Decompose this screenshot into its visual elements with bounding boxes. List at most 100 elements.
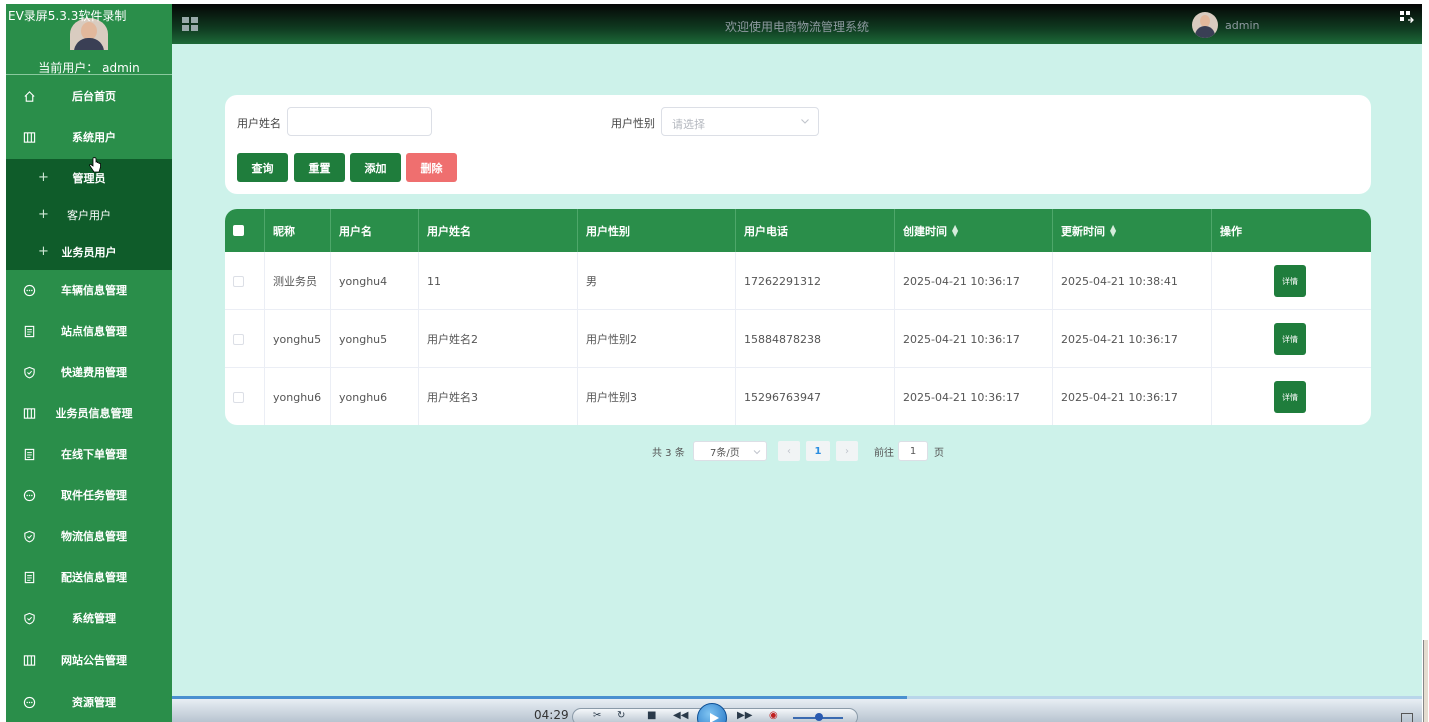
hand-cursor-icon <box>89 157 101 173</box>
loop-icon[interactable]: ↻ <box>617 710 625 721</box>
sort-icon[interactable]: ▲ ▼ <box>1110 223 1117 237</box>
chevron-left-icon: ‹ <box>787 445 791 457</box>
sidebar-item-label: 资源管理 <box>72 696 116 709</box>
cell-created: 2025-04-21 10:36:17 <box>895 310 1053 368</box>
add-button[interactable]: 添加 <box>350 153 401 182</box>
fullscreen-icon[interactable] <box>1400 11 1414 23</box>
column-header-realname: 用户姓名 <box>419 209 578 252</box>
rewind-icon[interactable]: ◀◀ <box>673 710 688 721</box>
top-header: 欢迎使用电商物流管理系统 admin <box>172 4 1422 44</box>
sidebar-item-label: 系统用户 <box>72 131 116 144</box>
sidebar-item-label: 车辆信息管理 <box>61 284 127 297</box>
cell-phone: 15884878238 <box>736 310 895 368</box>
detail-button[interactable]: 详情 <box>1274 323 1306 355</box>
column-header-updated[interactable]: 更新时间 ▲ ▼ <box>1053 209 1212 252</box>
sidebar-item-system-settings[interactable]: 系统管理 <box>6 598 172 638</box>
sidebar-item-salespeople[interactable]: + 业务员用户 <box>6 233 172 270</box>
pagination: 共 3 条 7条/页 ‹ 1 › 前往 1 页 <box>6 441 1422 461</box>
table-header: 昵称 用户名 用户姓名 用户性别 用户电话 创建时间 ▲ ▼ 更新时间 ▲ ▼ 操作 <box>225 209 1371 252</box>
cell-realname: 11 <box>419 252 578 310</box>
sidebar-item-label: 客户用户 <box>67 208 111 222</box>
cell-updated: 2025-04-21 10:36:17 <box>1053 310 1212 368</box>
cell-updated: 2025-04-21 10:36:17 <box>1053 368 1212 425</box>
search-form: 用户姓名 用户性别 请选择 查询 重置 添加 删除 <box>225 95 1371 194</box>
delete-button[interactable]: 删除 <box>406 153 457 182</box>
column-header-username: 用户名 <box>331 209 419 252</box>
sidebar-divider <box>6 74 172 75</box>
row-checkbox[interactable] <box>233 275 244 287</box>
sidebar-item-resources[interactable]: 资源管理 <box>6 682 172 722</box>
cell-gender: 用户性别3 <box>578 368 736 425</box>
detail-button[interactable]: 详情 <box>1274 381 1306 413</box>
cell-realname: 用户姓名3 <box>419 368 578 425</box>
cell-username: yonghu5 <box>331 310 419 368</box>
player-time: 04:29 <box>534 708 569 722</box>
sidebar-item-fees[interactable]: 快递费用管理 <box>6 352 172 392</box>
cell-nickname: 测业务员 <box>265 252 331 310</box>
sidebar-item-system-users[interactable]: 系统用户 <box>6 117 172 157</box>
chevron-down-icon <box>801 119 809 124</box>
table-row: yonghu6 yonghu6 用户姓名3 用户性别3 15296763947 … <box>225 368 1371 425</box>
sidebar-item-label: 网站公告管理 <box>61 654 127 667</box>
cell-nickname: yonghu6 <box>265 368 331 425</box>
sidebar-item-label: 配送信息管理 <box>61 571 127 584</box>
select-all-cell <box>225 209 265 252</box>
column-header-nickname: 昵称 <box>265 209 331 252</box>
expand-icon[interactable] <box>1401 713 1413 722</box>
sidebar-item-vehicles[interactable]: 车辆信息管理 <box>6 270 172 310</box>
chevron-down-icon <box>753 450 761 455</box>
volume-knob[interactable] <box>815 713 823 721</box>
pagination-total: 共 3 条 <box>652 447 685 459</box>
reset-button[interactable]: 重置 <box>294 153 345 182</box>
sidebar-item-customers[interactable]: + 客户用户 <box>6 196 172 233</box>
sidebar-item-announcements[interactable]: 网站公告管理 <box>6 640 172 680</box>
row-checkbox[interactable] <box>233 391 244 403</box>
page-size-select[interactable]: 7条/页 <box>693 441 767 461</box>
table-row: 测业务员 yonghu4 11 男 17262291312 2025-04-21… <box>225 252 1371 310</box>
sidebar-item-stations[interactable]: 站点信息管理 <box>6 311 172 351</box>
sidebar-item-delivery[interactable]: 配送信息管理 <box>6 557 172 597</box>
page-number-current[interactable]: 1 <box>806 441 830 461</box>
sidebar-item-label: 站点信息管理 <box>61 325 127 338</box>
name-search-input[interactable] <box>287 107 432 136</box>
sidebar-item-home[interactable]: 后台首页 <box>6 76 172 116</box>
row-select-cell <box>225 252 265 310</box>
scissor-icon[interactable]: ✂ <box>593 710 601 721</box>
mute-icon[interactable]: ◉ <box>769 710 778 721</box>
sidebar-item-label: 快递费用管理 <box>61 366 127 379</box>
table-row: yonghu5 yonghu5 用户姓名2 用户性别2 15884878238 … <box>225 310 1371 368</box>
stop-icon[interactable]: ■ <box>647 710 656 721</box>
cell-username: yonghu4 <box>331 252 419 310</box>
sidebar-item-label: 后台首页 <box>72 90 116 103</box>
header-avatar[interactable] <box>1192 12 1218 38</box>
play-button[interactable] <box>697 703 727 722</box>
gender-select[interactable]: 请选择 <box>661 107 819 136</box>
row-checkbox[interactable] <box>233 333 244 345</box>
row-select-cell <box>225 310 265 368</box>
goto-page-input[interactable]: 1 <box>898 441 928 461</box>
column-header-created[interactable]: 创建时间 ▲ ▼ <box>895 209 1053 252</box>
recorder-title: EV录屏5.3.3软件录制 <box>8 9 127 23</box>
fast-forward-icon[interactable]: ▶▶ <box>737 710 752 721</box>
prev-page-button[interactable]: ‹ <box>778 441 800 461</box>
desktop-edge <box>1422 0 1429 722</box>
sidebar-item-salesperson-info[interactable]: 业务员信息管理 <box>6 393 172 433</box>
select-all-checkbox[interactable] <box>233 225 244 236</box>
sidebar-item-label: 系统管理 <box>72 612 116 625</box>
gender-label: 用户性别 <box>611 117 655 130</box>
cell-gender: 男 <box>578 252 736 310</box>
sidebar-item-label: 物流信息管理 <box>61 530 127 543</box>
user-table: 昵称 用户名 用户姓名 用户性别 用户电话 创建时间 ▲ ▼ 更新时间 ▲ ▼ 操作 测… <box>225 209 1371 425</box>
page-unit-label: 页 <box>934 447 944 459</box>
chevron-right-icon: › <box>845 445 849 457</box>
sort-icon[interactable]: ▲ ▼ <box>952 223 959 237</box>
detail-button[interactable]: 详情 <box>1274 265 1306 297</box>
cell-updated: 2025-04-21 10:38:41 <box>1053 252 1212 310</box>
sidebar-item-pickup-tasks[interactable]: 取件任务管理 <box>6 475 172 515</box>
cell-gender: 用户性别2 <box>578 310 736 368</box>
header-username[interactable]: admin <box>1225 19 1259 32</box>
query-button[interactable]: 查询 <box>237 153 288 182</box>
column-header-label: 更新时间 <box>1061 224 1105 238</box>
sidebar-item-logistics[interactable]: 物流信息管理 <box>6 516 172 556</box>
next-page-button[interactable]: › <box>836 441 858 461</box>
